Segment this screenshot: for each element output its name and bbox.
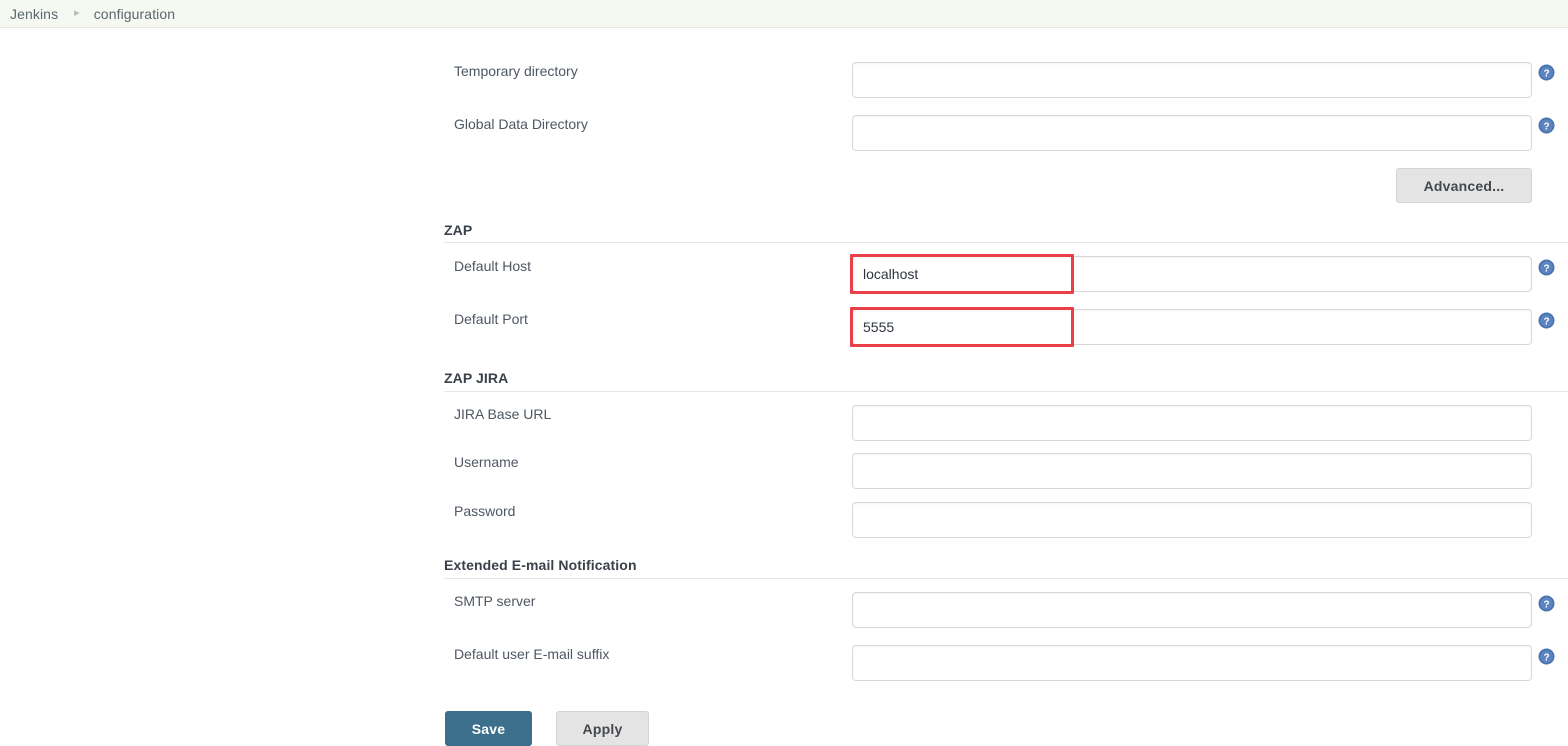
- label-default-host: Default Host: [454, 258, 532, 274]
- label-username: Username: [454, 454, 519, 470]
- save-button[interactable]: Save: [445, 711, 532, 746]
- label-jira-base-url: JIRA Base URL: [454, 406, 552, 422]
- breadcrumb-item-configuration[interactable]: configuration: [94, 6, 175, 22]
- section-divider: [444, 242, 1568, 243]
- section-divider: [444, 391, 1568, 392]
- label-default-port: Default Port: [454, 311, 528, 327]
- input-jira-base-url[interactable]: [852, 405, 1532, 441]
- input-default-user-email-suffix[interactable]: [852, 645, 1532, 681]
- input-username[interactable]: [852, 453, 1532, 489]
- label-temporary-directory: Temporary directory: [454, 63, 578, 79]
- section-title-extended-email-notification: Extended E-mail Notification: [444, 557, 637, 573]
- apply-button[interactable]: Apply: [556, 711, 649, 746]
- breadcrumb-separator-icon: ▸: [74, 7, 80, 19]
- svg-text:?: ?: [1543, 599, 1549, 610]
- section-title-zap-jira: ZAP JIRA: [444, 370, 509, 386]
- breadcrumb-item-jenkins[interactable]: Jenkins: [10, 6, 58, 22]
- help-icon[interactable]: ?: [1538, 595, 1555, 612]
- label-password: Password: [454, 503, 516, 519]
- input-password[interactable]: [852, 502, 1532, 538]
- label-global-data-directory: Global Data Directory: [454, 116, 588, 132]
- svg-text:?: ?: [1543, 652, 1549, 663]
- input-default-port[interactable]: [852, 309, 1532, 345]
- input-global-data-directory[interactable]: [852, 115, 1532, 151]
- svg-text:?: ?: [1543, 121, 1549, 132]
- input-smtp-server[interactable]: [852, 592, 1532, 628]
- label-smtp-server: SMTP server: [454, 593, 536, 609]
- svg-text:?: ?: [1543, 316, 1549, 327]
- breadcrumb: Jenkins ▸ configuration: [0, 0, 1568, 28]
- input-default-host[interactable]: [852, 256, 1532, 292]
- help-icon[interactable]: ?: [1538, 64, 1555, 81]
- label-default-user-email-suffix: Default user E-mail suffix: [454, 646, 610, 662]
- configuration-form: Temporary directory ? Global Data Direct…: [0, 28, 1568, 746]
- help-icon[interactable]: ?: [1538, 648, 1555, 665]
- advanced-button[interactable]: Advanced...: [1396, 168, 1532, 203]
- help-icon[interactable]: ?: [1538, 312, 1555, 329]
- svg-text:?: ?: [1543, 68, 1549, 79]
- input-temporary-directory[interactable]: [852, 62, 1532, 98]
- help-icon[interactable]: ?: [1538, 259, 1555, 276]
- help-icon[interactable]: ?: [1538, 117, 1555, 134]
- section-title-zap: ZAP: [444, 222, 473, 238]
- section-divider: [444, 578, 1568, 579]
- svg-text:?: ?: [1543, 263, 1549, 274]
